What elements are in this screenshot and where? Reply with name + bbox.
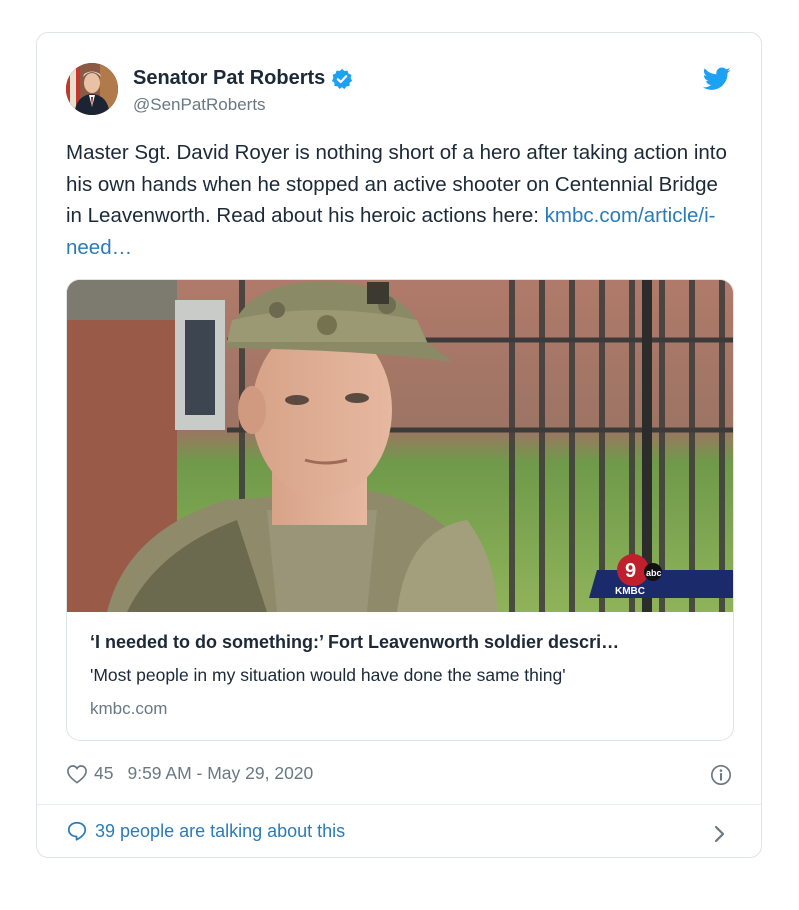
like-count[interactable]: 45	[94, 763, 113, 784]
svg-text:abc: abc	[646, 568, 662, 578]
conversation-link[interactable]: 39 people are talking about this	[66, 820, 345, 842]
tweet-card: Senator Pat Roberts @SenPatRoberts Maste…	[36, 32, 762, 858]
author-name[interactable]: Senator Pat Roberts	[133, 67, 325, 90]
author-row: Senator Pat Roberts	[133, 67, 353, 90]
twitter-bird-icon[interactable]	[703, 67, 731, 91]
heart-icon[interactable]	[66, 764, 88, 784]
author-handle[interactable]: @SenPatRoberts	[133, 95, 266, 115]
info-icon[interactable]	[710, 764, 732, 786]
link-card-description: 'Most people in my situation would have …	[90, 665, 566, 685]
svg-text:9: 9	[625, 560, 636, 582]
article-photo: 9 abc KMBC	[67, 280, 733, 612]
verified-badge-icon	[332, 68, 353, 89]
station-logo-text: KMBC	[615, 586, 645, 597]
tweet-meta: 45 9:59 AM - May 29, 2020	[66, 763, 313, 784]
tweet-text: Master Sgt. David Royer is nothing short…	[66, 137, 738, 263]
link-card-domain: kmbc.com	[90, 699, 168, 718]
link-card[interactable]: 9 abc KMBC ‘I needed to do something:’ F…	[66, 279, 734, 741]
divider	[37, 804, 761, 805]
conversation-count[interactable]: 39 people are talking about this	[95, 821, 345, 842]
tweet-timestamp[interactable]: 9:59 AM - May 29, 2020	[127, 763, 313, 784]
chevron-right-icon[interactable]	[713, 823, 727, 845]
chat-bubble-icon	[67, 821, 87, 841]
avatar[interactable]	[66, 63, 118, 115]
link-card-title[interactable]: ‘I needed to do something:’ Fort Leavenw…	[90, 632, 619, 653]
